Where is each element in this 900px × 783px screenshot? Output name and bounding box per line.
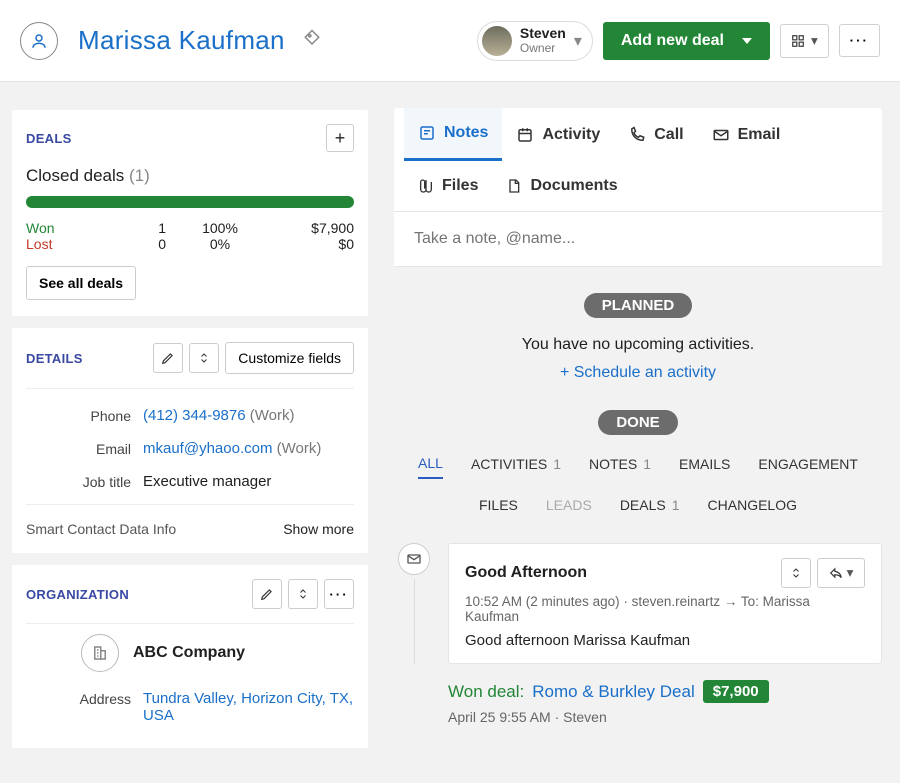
event-meta: 10:52 AM (2 minutes ago) · steven.reinar… <box>465 594 865 624</box>
contact-name: Marissa Kaufman <box>78 25 285 56</box>
details-card: DETAILS Customize fields Phone (412) 344… <box>12 328 368 553</box>
deals-won-row: Won 1 100% $7,900 <box>26 220 354 236</box>
timeline-won-deal: Won deal: Romo & Burkley Deal $7,900 <box>448 680 882 703</box>
tab-files[interactable]: Files <box>404 161 492 211</box>
chevron-down-icon: ▾ <box>847 565 854 581</box>
filter-files[interactable]: FILES <box>479 497 518 519</box>
tab-call[interactable]: Call <box>614 108 697 161</box>
phone-type: (Work) <box>250 407 295 424</box>
closed-deals-label: Closed deals (1) <box>26 166 354 186</box>
chevron-down-icon <box>742 38 752 44</box>
sort-icon <box>297 587 309 601</box>
user-avatar <box>482 26 512 56</box>
filter-leads[interactable]: LEADS <box>546 497 592 519</box>
more-actions-button[interactable]: ··· <box>839 24 880 57</box>
phone-value[interactable]: (412) 344-9876 <box>143 407 246 424</box>
activity-tabs-card: Notes Activity Call Email Files <box>394 108 882 267</box>
done-badge: DONE <box>598 410 677 435</box>
show-more-button[interactable]: Show more <box>283 521 354 537</box>
page-header: Marissa Kaufman Steven Owner ▾ Add new d… <box>0 0 900 82</box>
email-value[interactable]: mkauf@yhaoo.com <box>143 440 272 457</box>
event-body: Good afternoon Marissa Kaufman <box>465 632 865 649</box>
tab-email[interactable]: Email <box>698 108 795 161</box>
document-icon <box>506 177 522 195</box>
user-name: Steven <box>520 26 566 41</box>
tag-icon[interactable] <box>303 29 321 52</box>
deals-title: DEALS <box>26 131 72 146</box>
chevron-down-icon: ▾ <box>574 31 582 51</box>
tab-notes[interactable]: Notes <box>404 108 502 161</box>
company-name[interactable]: ABC Company <box>133 644 245 662</box>
filter-changelog[interactable]: CHANGELOG <box>708 497 797 519</box>
contact-avatar <box>20 22 58 60</box>
empty-activities-message: You have no upcoming activities. <box>522 336 754 354</box>
job-title-value: Executive manager <box>143 473 354 490</box>
attachment-icon <box>418 177 434 195</box>
email-label: Email <box>26 440 131 457</box>
note-icon <box>418 124 436 142</box>
building-icon <box>81 634 119 672</box>
reorder-org-button[interactable] <box>288 579 318 609</box>
reorder-details-button[interactable] <box>189 343 219 373</box>
smart-contact-label: Smart Contact Data Info <box>26 521 176 537</box>
phone-label: Phone <box>26 407 131 424</box>
org-more-button[interactable]: ··· <box>324 579 354 609</box>
address-label: Address <box>26 690 131 724</box>
deals-card: DEALS + Closed deals (1) Won 1 100% $7,9… <box>12 110 368 316</box>
deal-meta: April 25 9:55 AM · Steven <box>448 709 882 725</box>
won-deal-label: Won deal: <box>448 682 524 702</box>
see-all-deals-button[interactable]: See all deals <box>26 266 136 300</box>
timeline-event-card[interactable]: Good Afternoon ▾ 10:52 AM (2 minutes ago… <box>448 543 882 664</box>
deal-amount-badge: $7,900 <box>703 680 769 703</box>
note-input[interactable] <box>394 211 882 266</box>
email-type: (Work) <box>277 440 322 457</box>
filter-activities[interactable]: ACTIVITIES1 <box>471 455 561 479</box>
deals-progress-bar <box>26 196 354 208</box>
filter-deals[interactable]: DEALS1 <box>620 497 680 519</box>
email-icon <box>712 126 730 144</box>
view-switcher-button[interactable]: ▾ <box>780 24 829 58</box>
user-selector[interactable]: Steven Owner ▾ <box>477 21 593 61</box>
calendar-icon <box>516 126 534 144</box>
schedule-activity-link[interactable]: + Schedule an activity <box>560 364 716 382</box>
pencil-icon <box>260 587 274 601</box>
phone-icon <box>628 126 646 144</box>
filter-engagement[interactable]: ENGAGEMENT <box>758 455 858 479</box>
event-reply-button[interactable]: ▾ <box>817 558 865 588</box>
dots-icon: ··· <box>329 587 348 602</box>
filter-tabs: ALL ACTIVITIES1 NOTES1 EMAILS ENGAGEMENT… <box>414 455 862 519</box>
filter-all[interactable]: ALL <box>418 455 443 479</box>
event-expand-button[interactable] <box>781 558 811 588</box>
sort-icon <box>790 566 802 580</box>
planned-badge: PLANNED <box>584 293 693 318</box>
chevron-down-icon: ▾ <box>811 33 818 49</box>
tab-activity[interactable]: Activity <box>502 108 614 161</box>
grid-icon <box>791 34 805 48</box>
customize-fields-button[interactable]: Customize fields <box>225 342 354 374</box>
timeline-email-icon <box>398 543 430 575</box>
filter-notes[interactable]: NOTES1 <box>589 455 651 479</box>
event-title: Good Afternoon <box>465 564 587 582</box>
organization-title: ORGANIZATION <box>26 587 129 602</box>
tab-documents[interactable]: Documents <box>492 161 631 211</box>
filter-emails[interactable]: EMAILS <box>679 455 730 479</box>
reply-icon <box>829 566 843 580</box>
deals-lost-row: Lost 0 0% $0 <box>26 236 354 252</box>
sort-icon <box>198 351 210 365</box>
deal-name-link[interactable]: Romo & Burkley Deal <box>532 682 695 702</box>
address-value[interactable]: Tundra Valley, Horizon City, TX, USA <box>143 690 354 724</box>
user-role: Owner <box>520 42 566 55</box>
person-icon <box>30 32 48 50</box>
dots-icon: ··· <box>850 33 869 48</box>
job-title-label: Job title <box>26 473 131 490</box>
edit-org-button[interactable] <box>252 579 282 609</box>
pencil-icon <box>161 351 175 365</box>
add-deal-button[interactable]: + <box>326 124 354 152</box>
organization-card: ORGANIZATION ··· ABC Company Address Tun… <box>12 565 368 748</box>
add-new-deal-button[interactable]: Add new deal <box>603 22 770 60</box>
edit-details-button[interactable] <box>153 343 183 373</box>
details-title: DETAILS <box>26 351 83 366</box>
